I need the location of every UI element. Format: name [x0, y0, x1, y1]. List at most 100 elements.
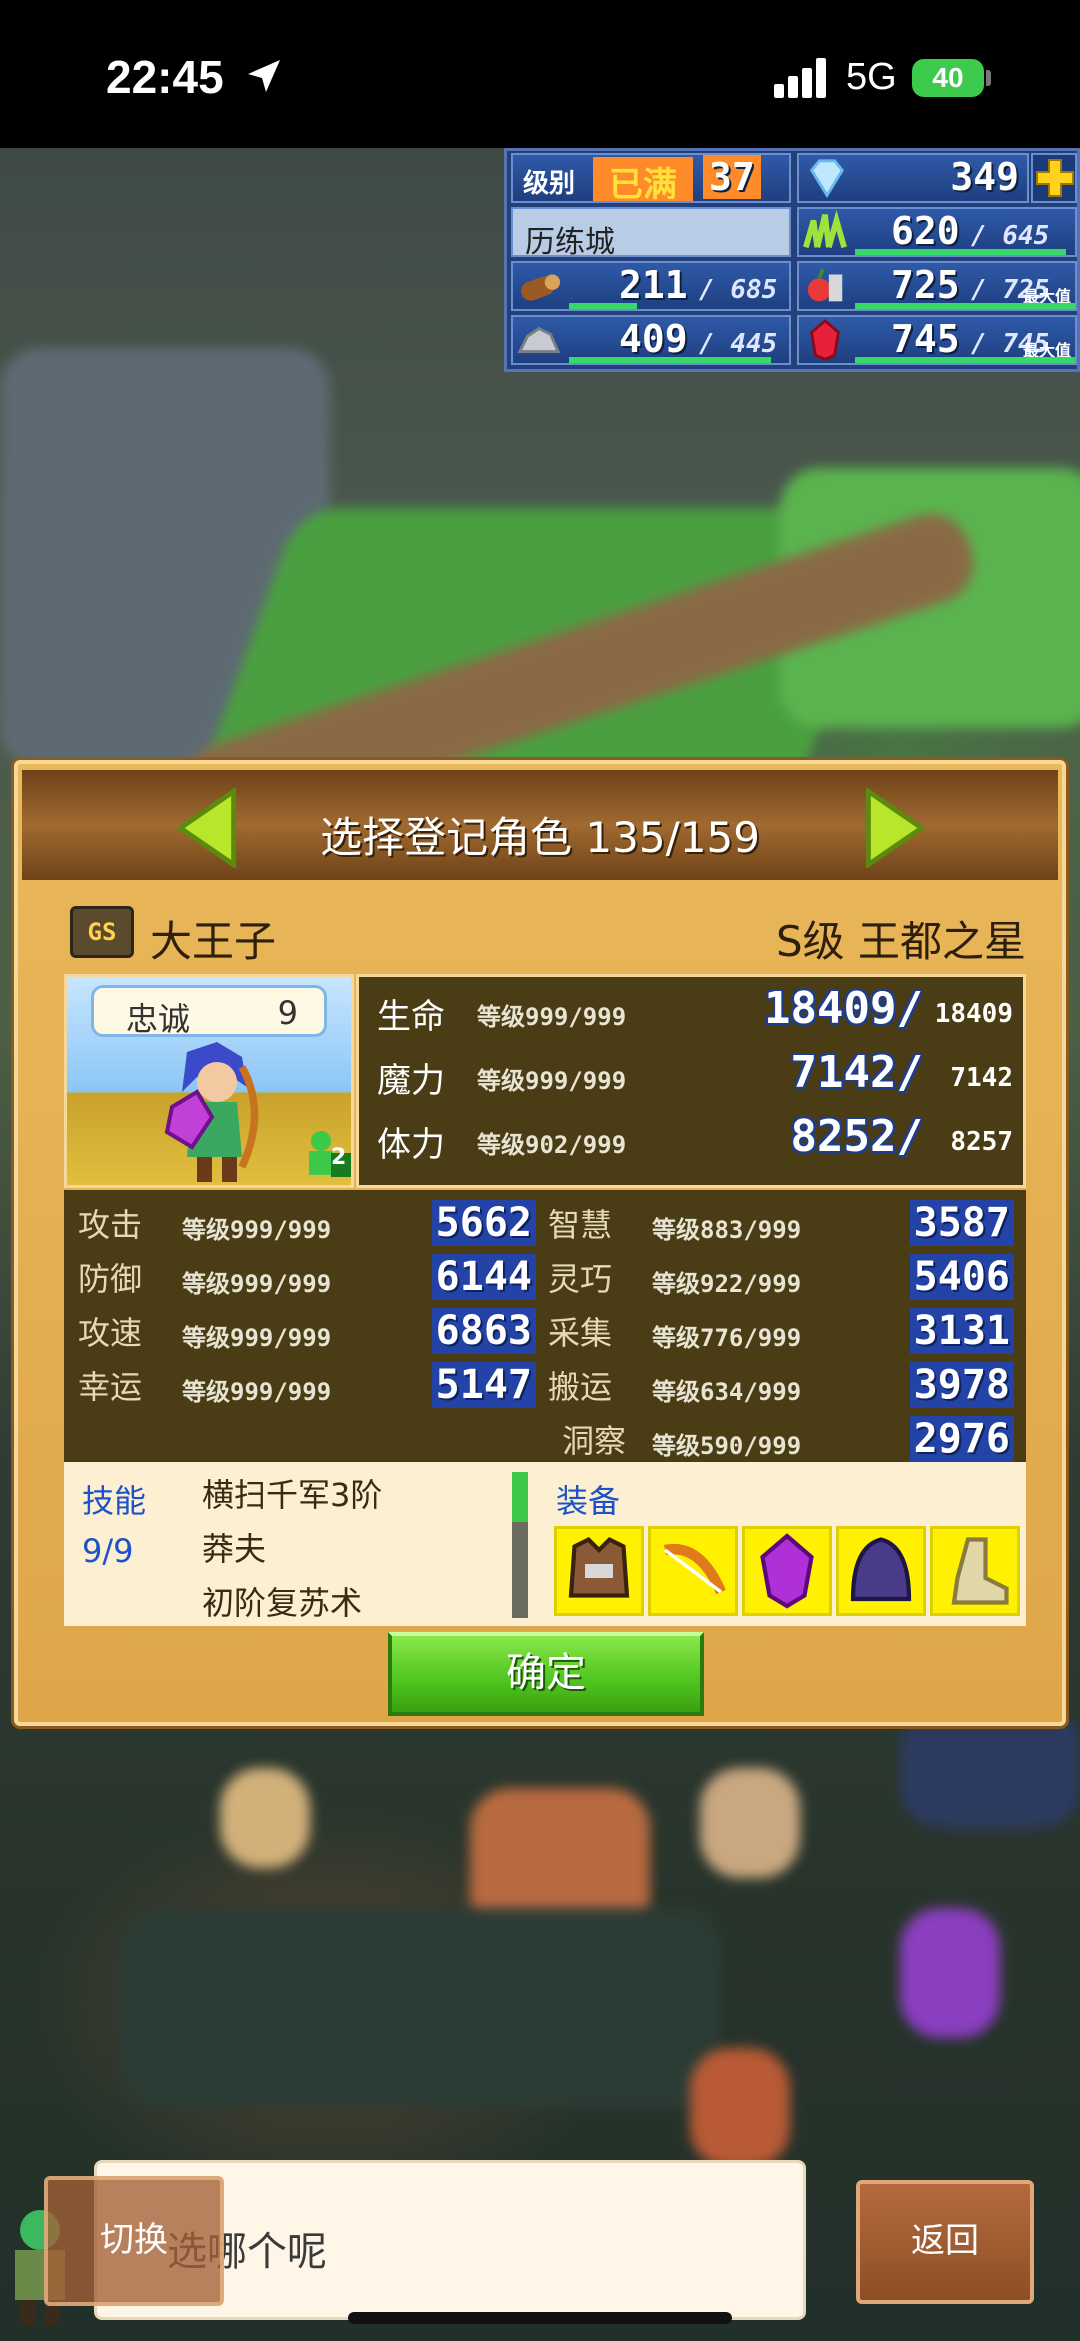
fruit-cell: 725 / 725 最大值	[797, 261, 1077, 311]
food-cell: 620 / 645	[797, 207, 1077, 257]
stat-level: 等级999/999	[182, 1378, 332, 1406]
add-gems-button[interactable]	[1031, 153, 1077, 203]
stamina-row: 体力 等级902/999 8252/ 8257	[359, 1109, 1023, 1173]
stat-label: 攻击	[78, 1206, 143, 1244]
hud-row-town: 历练城 620 / 645	[507, 207, 1080, 261]
switch-button[interactable]: 切换	[44, 2176, 224, 2306]
stat-label: 智慧	[548, 1206, 613, 1244]
signal-icon	[774, 58, 826, 98]
map-character	[900, 1908, 1000, 2038]
equip-slot-armor[interactable]	[554, 1526, 644, 1616]
loyalty-value: 9	[277, 994, 298, 1032]
wood-current: 211	[619, 263, 688, 307]
stamina-level: 等级902/999	[477, 1131, 627, 1159]
food-bar	[855, 249, 1066, 255]
hud-row-wood: 211 / 685 725 / 725 最大值	[507, 261, 1080, 315]
resource-hud: 级别 已满 37 349 历练城 620 / 645 211 / 685 725…	[504, 148, 1080, 372]
mp-max: 7142	[950, 1063, 1013, 1093]
ore-max: 445	[730, 329, 778, 359]
skills-scrollbar-thumb[interactable]	[512, 1472, 528, 1522]
town-name-cell: 历练城	[511, 207, 791, 260]
grass-icon	[803, 210, 847, 249]
hp-label: 生命	[377, 997, 445, 1037]
stat-level: 等级883/999	[652, 1216, 802, 1244]
wood-max-line: / 685	[699, 275, 778, 305]
equip-slot-hood[interactable]	[836, 1526, 926, 1616]
map-water	[120, 1908, 720, 2108]
skill-item[interactable]: 莽夫	[202, 1524, 266, 1570]
dialog-header: 选择登记角色 135/159	[22, 770, 1058, 880]
mp-label: 魔力	[377, 1061, 445, 1101]
plus-icon	[1036, 159, 1074, 197]
fruit-current: 725	[891, 263, 960, 307]
stat-level: 等级590/999	[652, 1432, 802, 1460]
back-button[interactable]: 返回	[856, 2180, 1034, 2304]
stat-value: 3131	[909, 1308, 1014, 1354]
stat-value: 3978	[909, 1362, 1014, 1408]
clock: 22:45	[106, 51, 224, 103]
hp-level: 等级999/999	[477, 1003, 627, 1031]
battery-tip	[986, 70, 991, 86]
log-icon	[521, 274, 561, 301]
equip-slot-boots[interactable]	[930, 1526, 1020, 1616]
fruit-bar	[855, 303, 1075, 309]
character-sprite-icon	[164, 1042, 259, 1182]
stat-luck: 幸运 等级999/999 5147	[78, 1362, 536, 1412]
ore-icon	[517, 326, 561, 353]
battery-icon: 40	[912, 59, 984, 97]
stat-gathering: 采集 等级776/999 3131	[548, 1308, 1014, 1358]
crystal-cell: 745 / 745 最大值	[797, 315, 1077, 365]
stat-label: 采集	[548, 1314, 613, 1352]
hud-row-rank: 级别 已满 37 349	[507, 153, 1080, 207]
town-name: 历练城	[525, 225, 615, 260]
stat-carrying: 搬运 等级634/999 3978	[548, 1362, 1014, 1412]
skills-scrollbar[interactable]	[512, 1472, 528, 1618]
food-max: 645	[1002, 221, 1050, 251]
equip-slot-crystal[interactable]	[742, 1526, 832, 1616]
skill-item[interactable]: 初阶复苏术	[202, 1578, 362, 1624]
mp-current: 7142/	[790, 1047, 923, 1098]
stat-label: 防御	[78, 1260, 143, 1298]
equip-slot-bow[interactable]	[648, 1526, 738, 1616]
network-type: 5G	[846, 56, 897, 98]
skill-item[interactable]: 横扫千军3阶	[202, 1470, 382, 1516]
stat-level: 等级999/999	[182, 1324, 332, 1352]
skills-count: 9/9	[82, 1532, 134, 1570]
armor-icon	[568, 1536, 630, 1598]
stat-value: 6863	[431, 1308, 536, 1354]
map-building-roof	[900, 1708, 1080, 1828]
equipment-label: 装备	[556, 1482, 621, 1520]
wood-max: 685	[730, 275, 778, 305]
stat-attack: 攻击 等级999/999 5662	[78, 1200, 536, 1250]
food-max-line: / 645	[971, 221, 1050, 251]
home-indicator[interactable]	[348, 2312, 732, 2324]
loyalty-box: 忠诚 9	[91, 985, 327, 1038]
next-arrow-icon[interactable]	[860, 788, 930, 868]
wood-bar	[569, 303, 637, 309]
hood-icon	[850, 1537, 912, 1602]
red-crystal-icon	[810, 318, 840, 361]
character-portrait[interactable]: 忠诚 9 2	[64, 974, 354, 1188]
stat-value: 5406	[909, 1254, 1014, 1300]
rank-value: 37	[703, 155, 761, 199]
gem-count: 349	[950, 155, 1019, 199]
stat-dexterity: 灵巧 等级922/999 5406	[548, 1254, 1014, 1304]
diamond-icon	[809, 159, 845, 198]
stat-value: 2976	[909, 1416, 1014, 1462]
crystal-icon	[760, 1533, 814, 1609]
character-name: 大王子	[150, 917, 277, 966]
rank-max-badge: 已满	[593, 157, 693, 205]
map-character	[220, 1768, 310, 1868]
wood-cell: 211 / 685	[511, 261, 791, 311]
select-character-dialog: 选择登记角色 135/159 GS 大王子 S级 王都之星 忠诚 9 2 生命 …	[14, 760, 1066, 1726]
stamina-max: 8257	[950, 1127, 1013, 1157]
rank-label: 级别	[523, 169, 576, 199]
stat-value: 5147	[431, 1362, 536, 1408]
rank-cell[interactable]: 级别 已满 37	[511, 153, 791, 205]
bow-icon	[663, 1543, 726, 1595]
stat-value: 3587	[909, 1200, 1014, 1246]
stat-level: 等级999/999	[182, 1270, 332, 1298]
hud-row-ore: 409 / 445 745 / 745 最大值	[507, 315, 1080, 369]
ore-current: 409	[619, 317, 688, 361]
confirm-button[interactable]: 确定	[388, 1632, 704, 1716]
